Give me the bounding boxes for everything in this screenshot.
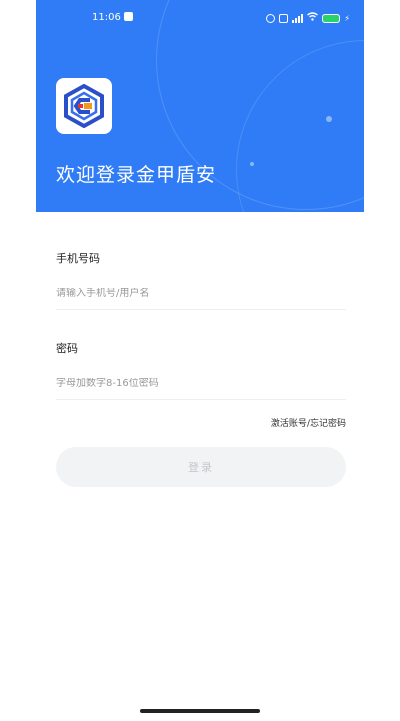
phone-label: 手机号码: [56, 252, 100, 265]
forgot-password-link[interactable]: 忘记密码: [310, 419, 346, 429]
status-bar: 11:06 ⚡: [36, 8, 364, 28]
wifi-icon: [307, 12, 319, 24]
signal-icon: [292, 13, 304, 23]
status-icons: ⚡: [266, 12, 350, 24]
phone-input[interactable]: [56, 288, 346, 310]
vibrate-icon: [279, 13, 289, 23]
notification-icon: [123, 12, 133, 21]
password-input[interactable]: [56, 378, 346, 400]
welcome-title: 欢迎登录金甲盾安: [56, 164, 217, 186]
app-logo-icon: [56, 78, 112, 134]
decorative-dot: [326, 116, 332, 122]
phone-field-group: 手机号码: [56, 250, 346, 310]
header-banner: 11:06 ⚡ 欢迎登录金甲盾安: [36, 0, 364, 212]
activate-account-link[interactable]: 激活账号: [271, 419, 307, 429]
login-button[interactable]: 登录: [56, 447, 346, 487]
home-indicator[interactable]: [140, 709, 260, 713]
battery-icon: [322, 13, 341, 23]
alarm-icon: [266, 13, 276, 23]
password-label: 密码: [56, 342, 78, 355]
status-time: 11:06: [92, 12, 133, 23]
login-page: 11:06 ⚡ 欢迎登录金甲盾安 手机号码 请输入手机号/用户名 密码 激活账号…: [0, 0, 400, 721]
password-field-group: 密码: [56, 340, 346, 400]
charging-icon: ⚡: [344, 13, 350, 23]
account-links: 激活账号/忘记密码: [271, 416, 346, 429]
decorative-dot: [250, 162, 254, 166]
